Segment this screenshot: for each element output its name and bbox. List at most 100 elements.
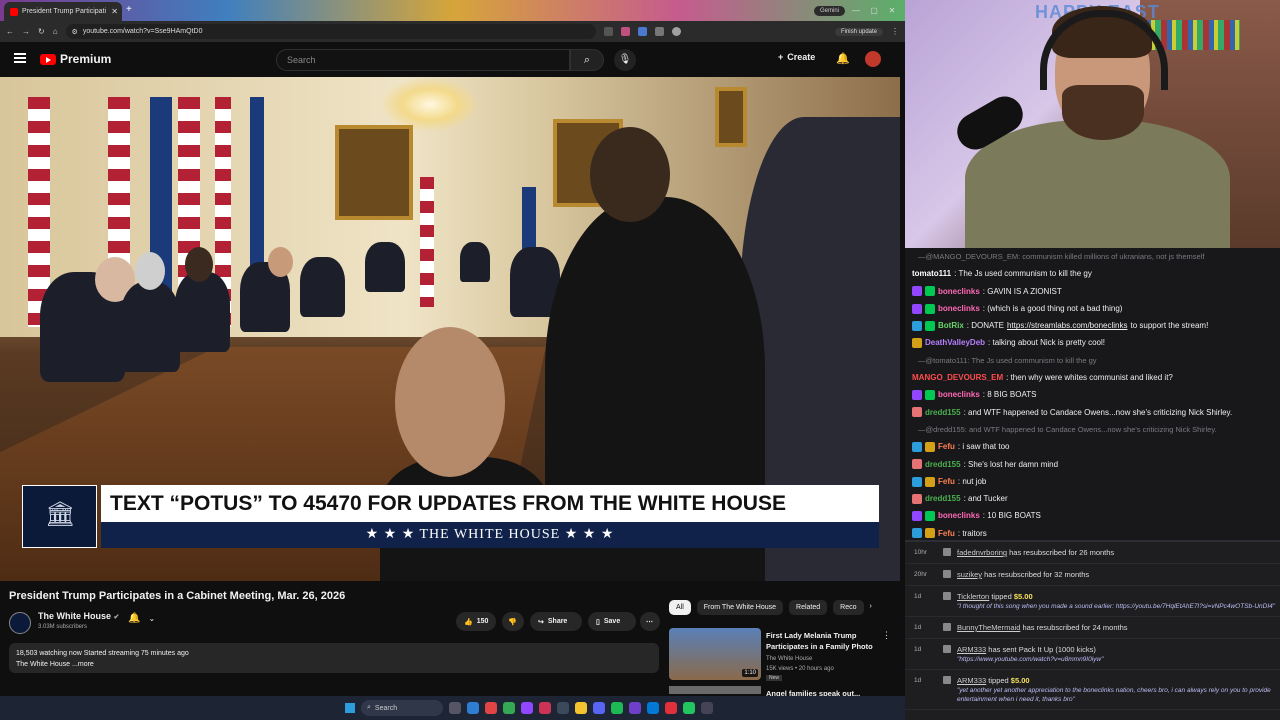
taskbar-search[interactable]: ⌕ Search (361, 700, 443, 716)
home-icon[interactable]: ⌂ (53, 27, 58, 36)
spotify-icon[interactable] (611, 702, 623, 714)
kick-icon (943, 548, 951, 556)
more-actions-button[interactable]: ⋯ (640, 612, 660, 631)
maximize-icon[interactable]: ▢ (867, 6, 881, 15)
app-icon[interactable] (503, 702, 515, 714)
share-button[interactable]: ↪ Share (530, 612, 582, 631)
notifications-bell-icon[interactable]: 🔔 (836, 52, 850, 65)
chat-username[interactable]: dredd155 (925, 456, 961, 473)
chip-recommended[interactable]: Reco (833, 600, 864, 615)
chevron-right-icon[interactable]: › (870, 600, 872, 615)
chrome-icon[interactable] (485, 702, 497, 714)
event-username[interactable]: Ticklerton (957, 592, 989, 601)
browser-tab[interactable]: President Trump Participati ✕ (4, 2, 122, 21)
chat-username[interactable]: dredd155 (925, 404, 961, 421)
url-field[interactable]: ⚙ youtube.com/watch?v=Sse9HAmQtD0 (65, 24, 596, 39)
channel-name[interactable]: The White House ✔ (38, 611, 119, 621)
event-amount: $5.00 (1010, 676, 1030, 685)
avatar[interactable] (865, 51, 881, 67)
event-username[interactable]: BunnyTheMermaid (957, 623, 1020, 632)
chat-username[interactable]: Fefu (938, 438, 955, 455)
app-icon[interactable] (629, 702, 641, 714)
save-button[interactable]: ▯ Save (588, 612, 636, 631)
search-icon[interactable]: ⌕ (570, 49, 604, 71)
app-icon[interactable] (557, 702, 569, 714)
app-icon[interactable] (467, 702, 479, 714)
kick-icon (943, 645, 951, 653)
app-icon[interactable] (683, 702, 695, 714)
chat-message: boneclinks: 10 BIG BOATS (912, 507, 1280, 524)
chat-message: dredd155: She's lost her damn mind (912, 456, 1280, 473)
related-video-title[interactable]: First Lady Melania Trump Participates in… (766, 630, 878, 652)
close-window-icon[interactable]: ✕ (885, 6, 899, 15)
chat-username[interactable]: Fefu (938, 525, 955, 540)
event-username[interactable]: ARM333 (957, 676, 986, 685)
menu-kebab-icon[interactable]: ⋮ (891, 27, 899, 36)
channel-avatar[interactable] (9, 612, 31, 634)
windows-start-icon[interactable] (345, 703, 355, 713)
event-username[interactable]: ARM333 (957, 645, 986, 654)
youtube-logo[interactable]: Premium (40, 52, 111, 66)
chat-username[interactable]: boneclinks (938, 386, 980, 403)
related-video-thumbnail[interactable] (669, 686, 761, 694)
finish-update-button[interactable]: Finish update (834, 27, 883, 36)
chat-username[interactable]: boneclinks (938, 300, 980, 317)
event-username[interactable]: suzikey (957, 570, 982, 579)
chat-username[interactable]: boneclinks (938, 283, 980, 300)
chat-username[interactable]: dredd155 (925, 490, 961, 507)
task-view-icon[interactable] (449, 702, 461, 714)
reload-icon[interactable]: ↻ (38, 27, 45, 36)
search-input[interactable]: Search (276, 49, 570, 71)
windows-taskbar: ⌕ Search (0, 696, 905, 720)
description-box[interactable]: 18,503 watching now Started streaming 75… (9, 643, 659, 673)
site-info-icon[interactable]: ⚙ (72, 28, 78, 36)
extension-icon[interactable] (620, 27, 630, 36)
chat-username[interactable]: BotRix (938, 317, 964, 334)
chat-username[interactable]: DeathValleyDeb (925, 334, 985, 351)
chat-username[interactable]: boneclinks (938, 507, 980, 524)
app-icon[interactable] (521, 702, 533, 714)
close-tab-icon[interactable]: ✕ (111, 7, 118, 16)
chat-badge-icon (912, 493, 922, 504)
create-button[interactable]: + Create (778, 52, 815, 62)
microphone-icon[interactable]: 🎙 (614, 49, 636, 71)
chat-username[interactable]: MANGO_DEVOURS_EM (912, 369, 1003, 386)
app-icon[interactable] (593, 702, 605, 714)
dislike-button[interactable]: 👎 (502, 612, 524, 631)
person (365, 242, 405, 292)
related-video-thumbnail[interactable]: 1:10 (669, 628, 761, 680)
chip-related[interactable]: Related (789, 600, 828, 615)
extension-icon[interactable] (603, 27, 613, 36)
gemini-button[interactable]: Gemini (813, 5, 845, 16)
profile-icon[interactable] (671, 27, 681, 36)
more-options-icon[interactable]: ⋮ (882, 630, 891, 641)
subscription-bell-button[interactable]: 🔔 ⌄ (128, 613, 155, 624)
chat-badge-icon (912, 441, 922, 452)
app-icon[interactable] (701, 702, 713, 714)
event-username[interactable]: fadednvrboring (957, 548, 1007, 557)
like-button[interactable]: 👍 150 (456, 612, 496, 631)
chip-all[interactable]: All (669, 600, 691, 615)
chat-username[interactable]: tomato111 (912, 265, 951, 282)
extensions-puzzle-icon[interactable] (654, 27, 664, 36)
video-player[interactable]: TEXT “POTUS” TO 45470 FOR UPDATES FROM T… (0, 77, 900, 581)
app-icon[interactable] (539, 702, 551, 714)
event-age: 1d (914, 677, 922, 684)
flag (420, 177, 434, 307)
chat-username[interactable]: Fefu (938, 473, 955, 490)
minimize-icon[interactable]: — (849, 6, 863, 15)
hamburger-menu-icon[interactable] (14, 53, 26, 63)
extension-icon[interactable] (637, 27, 647, 36)
event-age: 20hr (914, 571, 928, 578)
chip-from-channel[interactable]: From The White House (696, 600, 784, 615)
back-icon[interactable]: ← (6, 27, 14, 36)
chat-message: MANGO_DEVOURS_EM: then why were whites c… (912, 369, 1280, 386)
new-tab-button[interactable]: + (126, 4, 132, 15)
chat-link[interactable]: https://streamlabs.com/boneclinks (1007, 317, 1128, 334)
bookmark-icon: ▯ (596, 618, 600, 626)
chat-badge-icon (912, 459, 922, 470)
app-icon[interactable] (665, 702, 677, 714)
app-icon[interactable] (647, 702, 659, 714)
forward-icon[interactable]: → (22, 27, 30, 36)
file-explorer-icon[interactable] (575, 702, 587, 714)
